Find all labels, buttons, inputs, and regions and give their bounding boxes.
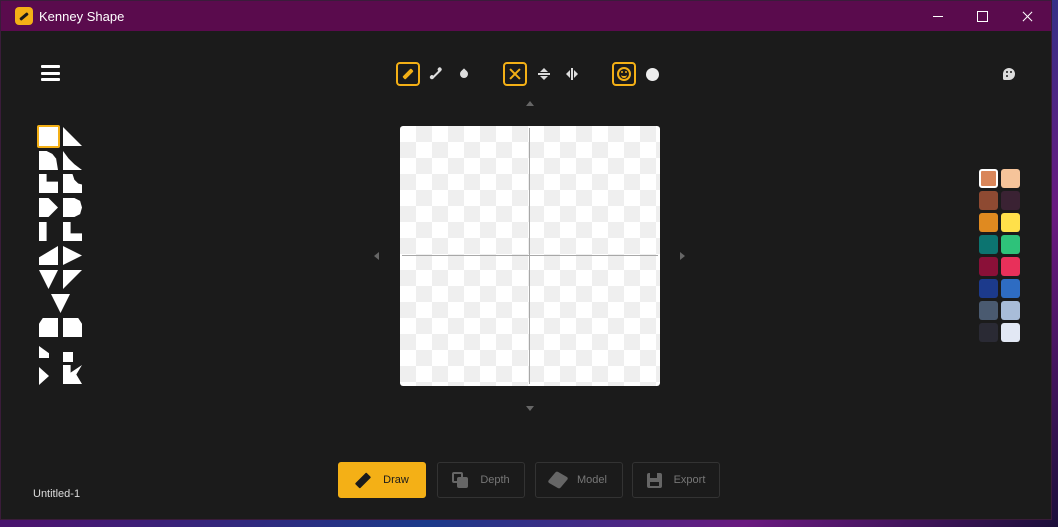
nudge-right-arrow[interactable] (680, 252, 685, 260)
pencil-icon (355, 471, 372, 489)
clear-icon (509, 68, 521, 80)
color-swatch[interactable] (1001, 257, 1020, 276)
shape-arch-left[interactable] (39, 318, 58, 337)
color-swatch[interactable] (1001, 235, 1020, 254)
draw-mode-button[interactable]: Draw (338, 462, 426, 498)
app-window: Kenney Shape Draw Depth Model Export Unt… (0, 0, 1052, 520)
file-name: Untitled-1 (33, 488, 81, 500)
flip-vertical-button[interactable] (532, 62, 556, 86)
export-label: Export (673, 474, 706, 486)
nudge-left-arrow[interactable] (374, 252, 379, 260)
layers-icon (452, 472, 469, 488)
shape-l-block[interactable] (63, 222, 82, 241)
shape-arrow-block[interactable] (39, 198, 58, 217)
window-title: Kenney Shape (39, 9, 125, 24)
face-style-button[interactable] (612, 62, 636, 86)
nudge-down-arrow[interactable] (526, 406, 534, 411)
shape-quarter-circle[interactable] (39, 151, 58, 170)
color-swatch[interactable] (979, 301, 998, 320)
shape-rounded-notch[interactable] (63, 174, 82, 193)
depth-label: Depth (480, 474, 510, 486)
flip-vertical-icon (538, 68, 550, 80)
flip-horizontal-icon (566, 68, 578, 80)
nudge-up-arrow[interactable] (526, 101, 534, 106)
maximize-button[interactable] (959, 1, 1005, 31)
depth-mode-button[interactable]: Depth (437, 462, 525, 498)
color-swatch[interactable] (979, 235, 998, 254)
shape-square[interactable] (37, 125, 60, 148)
line-tool-button[interactable] (424, 62, 448, 86)
color-swatch[interactable] (979, 169, 998, 188)
shape-half-round[interactable] (63, 198, 82, 217)
color-swatch[interactable] (979, 257, 998, 276)
close-button[interactable] (1004, 1, 1050, 31)
app-icon (15, 7, 33, 25)
fill-tool-button[interactable] (452, 62, 476, 86)
fill-icon (458, 68, 470, 80)
model-label: Model (577, 474, 607, 486)
title-bar: Kenney Shape (1, 1, 1051, 31)
color-swatch[interactable] (1001, 169, 1020, 188)
color-swatch[interactable] (1001, 279, 1020, 298)
color-swatch[interactable] (979, 191, 998, 210)
circle-icon (645, 67, 659, 81)
shape-arch-right[interactable] (63, 318, 82, 337)
shape-wedge[interactable] (63, 270, 82, 289)
shape-concave-curve[interactable] (63, 151, 82, 170)
clear-button[interactable] (503, 62, 527, 86)
color-swatch[interactable] (1001, 323, 1020, 342)
shape-triangle-corner[interactable] (63, 127, 82, 146)
shape-k-block[interactable] (63, 365, 82, 384)
shape-small-play[interactable] (39, 367, 49, 385)
line-icon (431, 69, 441, 79)
vertical-guide (529, 128, 530, 384)
shape-small-wedge[interactable] (39, 346, 49, 358)
smiley-icon (617, 67, 631, 81)
menu-icon[interactable] (41, 65, 60, 81)
shape-thin-bar[interactable] (39, 222, 47, 241)
shape-down-triangle[interactable] (39, 270, 58, 289)
color-swatch[interactable] (1001, 213, 1020, 232)
pencil-tool-button[interactable] (396, 62, 420, 86)
shape-narrow-triangle[interactable] (51, 294, 70, 313)
flip-horizontal-button[interactable] (560, 62, 584, 86)
palette-icon[interactable] (1003, 68, 1015, 80)
shape-ramp[interactable] (39, 246, 58, 265)
drawing-canvas[interactable] (400, 126, 660, 386)
export-mode-button[interactable]: Export (632, 462, 720, 498)
round-style-button[interactable] (640, 62, 664, 86)
color-swatch[interactable] (979, 279, 998, 298)
color-swatch[interactable] (979, 213, 998, 232)
shape-small-square[interactable] (63, 352, 73, 362)
draw-label: Draw (383, 474, 409, 486)
color-swatch[interactable] (979, 323, 998, 342)
model-mode-button[interactable]: Model (535, 462, 623, 498)
minimize-button[interactable] (915, 1, 961, 31)
horizontal-guide (402, 255, 658, 256)
save-icon (646, 472, 662, 488)
pencil-icon (402, 68, 414, 80)
color-swatch[interactable] (1001, 301, 1020, 320)
color-swatch[interactable] (1001, 191, 1020, 210)
shape-notch[interactable] (39, 174, 58, 193)
cube-icon (547, 471, 569, 489)
shape-play-triangle[interactable] (63, 246, 82, 265)
